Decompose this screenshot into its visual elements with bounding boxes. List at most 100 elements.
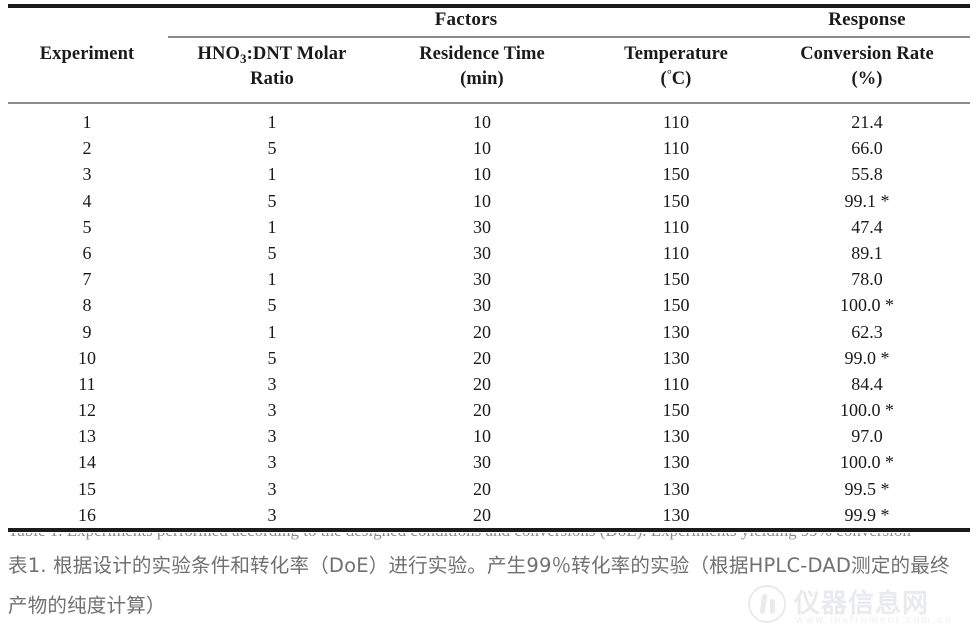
column-header-ratio-line2: Ratio [250, 69, 294, 89]
table-row: 12 3 20 150 100.0 * [0, 397, 978, 423]
cell-temperature: 110 [662, 373, 690, 394]
cell-conversion: 89.1 [851, 242, 883, 263]
column-header-ratio: HNO3:DNT Molar Ratio [170, 42, 374, 92]
cell-conversion: 47.4 [851, 216, 883, 237]
cell-ratio: 1 [267, 216, 277, 237]
cell-residence-time: 20 [473, 478, 491, 499]
cell-residence-time: 20 [473, 373, 491, 394]
cell-ratio: 5 [267, 242, 277, 263]
table-row: 15 3 20 130 99.5 * [0, 476, 978, 502]
cell-ratio: 3 [267, 400, 277, 421]
table-row: 7 1 30 150 78.0 [0, 266, 978, 292]
ratio-subscript-3: 3 [240, 51, 247, 66]
table-row: 11 3 20 110 84.4 [0, 371, 978, 397]
cell-temperature: 130 [662, 347, 690, 368]
column-header-residence-line2: (min) [460, 69, 504, 89]
cell-ratio: 1 [267, 321, 277, 342]
cell-temperature: 130 [662, 504, 690, 525]
cell-experiment: 5 [82, 216, 92, 237]
cell-experiment: 16 [78, 504, 96, 525]
cell-conversion: 99.1 * [844, 190, 890, 211]
cell-experiment: 6 [82, 242, 92, 263]
cell-experiment: 15 [78, 478, 96, 499]
column-header-residence-time: Residence Time (min) [378, 42, 586, 92]
cell-conversion: 100.0 * [840, 295, 894, 316]
cell-conversion: 97.0 [851, 426, 883, 447]
table-row: 13 3 10 130 97.0 [0, 423, 978, 449]
cell-experiment: 4 [82, 190, 92, 211]
cell-temperature: 110 [662, 138, 690, 159]
cell-residence-time: 20 [473, 400, 491, 421]
cell-experiment: 7 [82, 269, 92, 290]
table-row: 1 1 10 110 21.4 [0, 109, 978, 135]
cell-ratio: 5 [267, 190, 277, 211]
column-header-experiment-label: Experiment [39, 44, 135, 64]
cell-ratio: 5 [267, 138, 277, 159]
cell-ratio: 1 [267, 164, 277, 185]
group-header-response: Response [828, 9, 906, 30]
group-header-rule [168, 36, 970, 38]
cell-ratio: 1 [267, 269, 277, 290]
group-header-factors: Factors [434, 9, 498, 30]
cell-experiment: 13 [78, 426, 96, 447]
cell-conversion: 99.5 * [844, 478, 890, 499]
cell-residence-time: 30 [473, 269, 491, 290]
cell-ratio: 3 [267, 452, 277, 473]
cell-residence-time: 20 [473, 321, 491, 342]
cell-conversion: 84.4 [851, 373, 883, 394]
cell-experiment: 10 [78, 347, 96, 368]
column-header-conversion-line2: (%) [851, 69, 883, 89]
cell-temperature: 150 [662, 190, 690, 211]
table-row: 6 5 30 110 89.1 [0, 240, 978, 266]
table-row: 4 5 10 150 99.1 * [0, 188, 978, 214]
cropped-english-caption-text: Table 1. Experiments performed according… [8, 533, 958, 541]
cell-ratio: 3 [267, 478, 277, 499]
column-header-temperature-line1: Temperature [624, 44, 728, 64]
cell-experiment: 14 [78, 452, 96, 473]
cell-temperature: 130 [662, 478, 690, 499]
table-bottom-rule [8, 528, 970, 532]
cell-residence-time: 10 [473, 112, 491, 132]
cell-residence-time: 10 [473, 138, 491, 159]
column-header-conversion-line1: Conversion Rate [800, 44, 934, 64]
column-header-conversion-rate: Conversion Rate (%) [764, 42, 970, 92]
cell-temperature: 150 [662, 164, 690, 185]
cell-temperature: 130 [662, 426, 690, 447]
cell-temperature: 110 [662, 112, 690, 132]
cell-ratio: 3 [267, 426, 277, 447]
cell-ratio: 3 [267, 504, 277, 525]
table-row: 10 5 20 130 99.0 * [0, 345, 978, 371]
cell-residence-time: 20 [473, 347, 491, 368]
table-body: 1 1 10 110 21.4 2 5 10 110 66.0 3 1 10 150 55.8 4 5 10 150… [0, 109, 978, 528]
cell-temperature: 150 [662, 295, 690, 316]
cell-conversion: 66.0 [851, 138, 883, 159]
cropped-english-caption: Table 1. Experiments performed according… [8, 533, 958, 542]
table-row: 3 1 10 150 55.8 [0, 161, 978, 187]
table-row: 2 5 10 110 66.0 [0, 135, 978, 161]
cell-experiment: 11 [78, 373, 96, 394]
cell-residence-time: 10 [473, 164, 491, 185]
cell-ratio: 3 [267, 373, 277, 394]
table-row: 14 3 30 130 100.0 * [0, 449, 978, 475]
cell-conversion: 55.8 [851, 164, 883, 185]
table-row: 5 1 30 110 47.4 [0, 214, 978, 240]
cell-temperature: 110 [662, 216, 690, 237]
degree-sign-icon: ° [666, 67, 672, 81]
cell-conversion: 99.0 * [844, 347, 890, 368]
cell-residence-time: 30 [473, 452, 491, 473]
cell-experiment: 12 [78, 400, 96, 421]
cell-conversion: 21.4 [851, 112, 883, 132]
cell-experiment: 3 [82, 164, 92, 185]
cell-ratio: 1 [267, 112, 277, 132]
cell-ratio: 5 [267, 295, 277, 316]
cell-conversion: 100.0 * [840, 400, 894, 421]
table-row: 9 1 20 130 62.3 [0, 319, 978, 345]
cell-residence-time: 10 [473, 190, 491, 211]
temperature-unit-close: C) [671, 69, 692, 89]
cell-residence-time: 30 [473, 295, 491, 316]
temperature-unit-open: ( [660, 69, 667, 89]
cell-residence-time: 10 [473, 426, 491, 447]
ratio-suffix-text: :DNT Molar [246, 44, 347, 64]
header-bottom-rule [8, 102, 970, 104]
doe-results-table: Factors Response Experiment HNO3:DNT Mol… [0, 0, 978, 533]
